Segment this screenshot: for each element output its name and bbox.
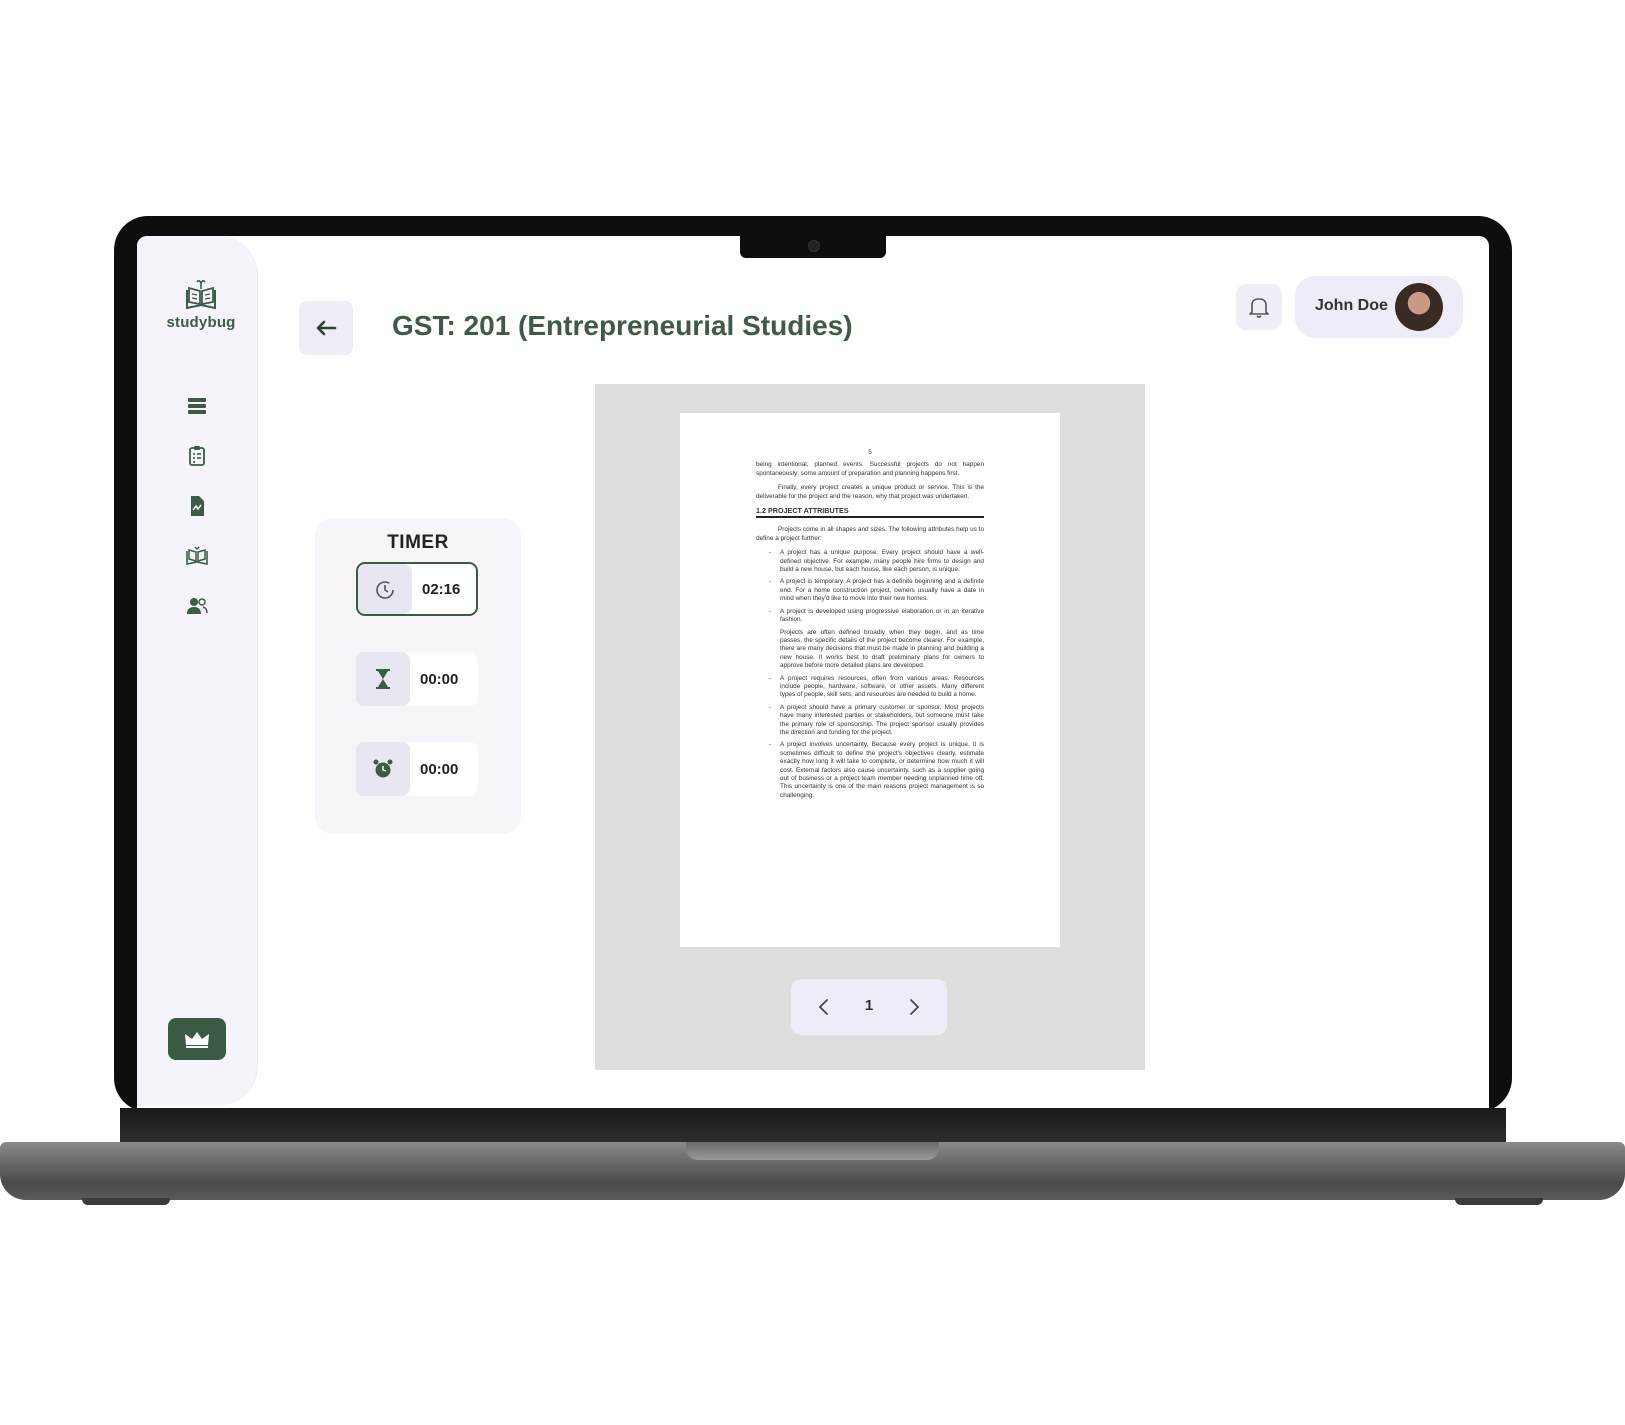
page-title: GST: 201 (Entrepreneurial Studies) (392, 310, 853, 341)
camera-icon (808, 240, 820, 252)
back-button[interactable] (299, 301, 353, 355)
timer-panel: TIMER 02:16 00:00 00:00 (315, 518, 521, 834)
timer-title: TIMER (387, 532, 449, 553)
stopwatch-value: 02:16 (422, 580, 461, 598)
document-page[interactable]: 5 being intentional, planned events. Suc… (680, 413, 1060, 947)
stopwatch-timer[interactable]: 02:16 (356, 562, 478, 616)
document-bullet: A project is developed using progressive… (769, 608, 984, 625)
next-page-button[interactable] (903, 995, 927, 1019)
chevron-right-icon (910, 999, 920, 1015)
laptop-foot-right (1455, 1198, 1543, 1205)
laptop-base-lip (686, 1142, 939, 1160)
logo-text: studybug (166, 314, 236, 331)
book-icon[interactable] (185, 544, 209, 568)
avatar (1395, 283, 1443, 331)
laptop-hinge (120, 1108, 1506, 1144)
document-bullet: A project should have a primary customer… (769, 704, 984, 738)
hourglass-icon (376, 669, 390, 689)
sidebar: studybug (137, 236, 258, 1106)
report-icon[interactable] (185, 494, 209, 518)
bell-icon (1249, 298, 1269, 318)
alarm-value: 00:00 (420, 760, 459, 778)
document-paragraph: Finally, every project creates a unique … (756, 484, 984, 500)
list-icon[interactable] (185, 394, 209, 418)
countdown-value: 00:00 (420, 670, 459, 688)
crown-icon (185, 1032, 209, 1048)
app-screen: studybug GST: 201 (Entrepreneurial Studi… (137, 236, 1489, 1108)
document-paragraph: being intentional, planned events. Succe… (756, 461, 984, 477)
stopwatch-icon (376, 581, 394, 599)
document-bullet: A project has a unique purpose. Every pr… (769, 549, 984, 574)
previous-page-button[interactable] (811, 995, 835, 1019)
document-page-marker: 5 (868, 449, 872, 456)
hourglass-icon-box (356, 652, 410, 706)
document-bullet: A project requires resources, often from… (769, 675, 984, 700)
document-text: 5 being intentional, planned events. Suc… (756, 449, 984, 804)
users-icon[interactable] (185, 594, 209, 618)
document-paragraph: Projects come in all shapes and sizes. T… (756, 526, 984, 542)
user-name: John Doe (1315, 297, 1388, 314)
studybug-logo[interactable]: studybug (161, 278, 241, 331)
document-viewer: 5 being intentional, planned events. Suc… (595, 384, 1145, 1070)
premium-button[interactable] (168, 1018, 226, 1060)
alarm-timer[interactable]: 00:00 (356, 742, 478, 796)
document-heading: 1.2 PROJECT ATTRIBUTES (756, 506, 984, 519)
book-logo-icon (186, 279, 216, 310)
alarm-icon-box (356, 742, 410, 796)
document-bullet: A project involves uncertainty. Because … (769, 741, 984, 800)
arrow-left-icon (316, 320, 337, 336)
laptop-foot-left (82, 1198, 170, 1205)
clipboard-icon[interactable] (185, 444, 209, 468)
countdown-timer[interactable]: 00:00 (356, 652, 478, 706)
alarm-icon (373, 759, 393, 778)
chevron-left-icon (818, 999, 828, 1015)
stopwatch-icon-box (358, 564, 412, 614)
document-bullet: A project is temporary. A project has a … (769, 578, 984, 603)
page-navigator: 1 (791, 979, 947, 1035)
current-page-number: 1 (864, 997, 874, 1014)
notifications-button[interactable] (1236, 284, 1282, 330)
document-paragraph: Projects are often defined broadly when … (780, 628, 984, 670)
user-profile-button[interactable]: John Doe (1295, 276, 1463, 338)
